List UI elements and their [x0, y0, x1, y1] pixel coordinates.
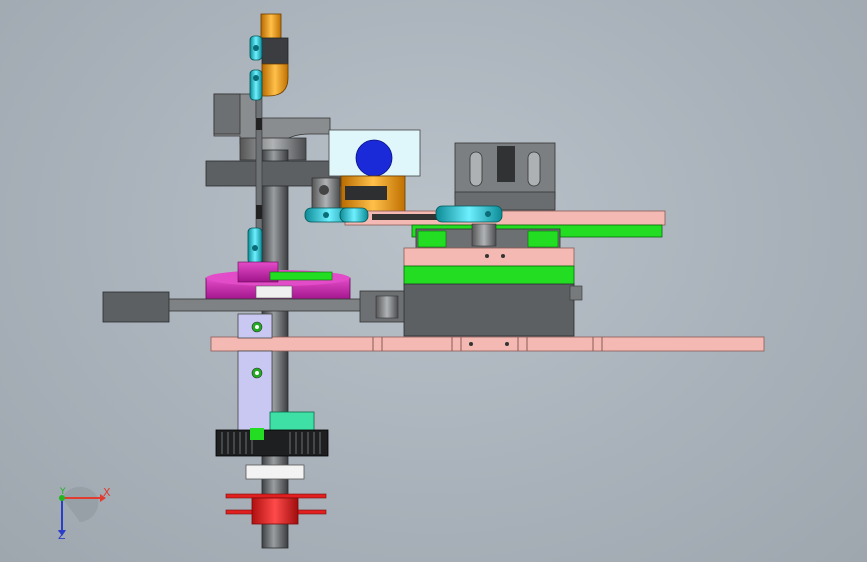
red-pulley[interactable] [225, 493, 327, 525]
rod-end-joint-top[interactable] [249, 35, 263, 101]
z-axis-label: Z [58, 529, 66, 542]
pink-baseplate[interactable] [210, 336, 765, 352]
magenta-gear[interactable] [205, 261, 351, 302]
right-block-stack[interactable] [403, 223, 583, 337]
mechanism-assembly[interactable] [0, 0, 867, 562]
x-axis-label: X [103, 486, 111, 499]
timing-gear[interactable] [215, 411, 329, 457]
horizontal-link[interactable] [304, 205, 666, 226]
shaft-collar[interactable] [245, 464, 305, 480]
coordinate-triad [58, 486, 106, 536]
lavender-bracket[interactable] [237, 313, 273, 432]
y-axis-label: Y [60, 487, 66, 497]
top-column[interactable] [260, 13, 289, 97]
cad-viewport[interactable]: X Y Z [0, 0, 867, 562]
slotted-bracket[interactable] [454, 142, 556, 211]
